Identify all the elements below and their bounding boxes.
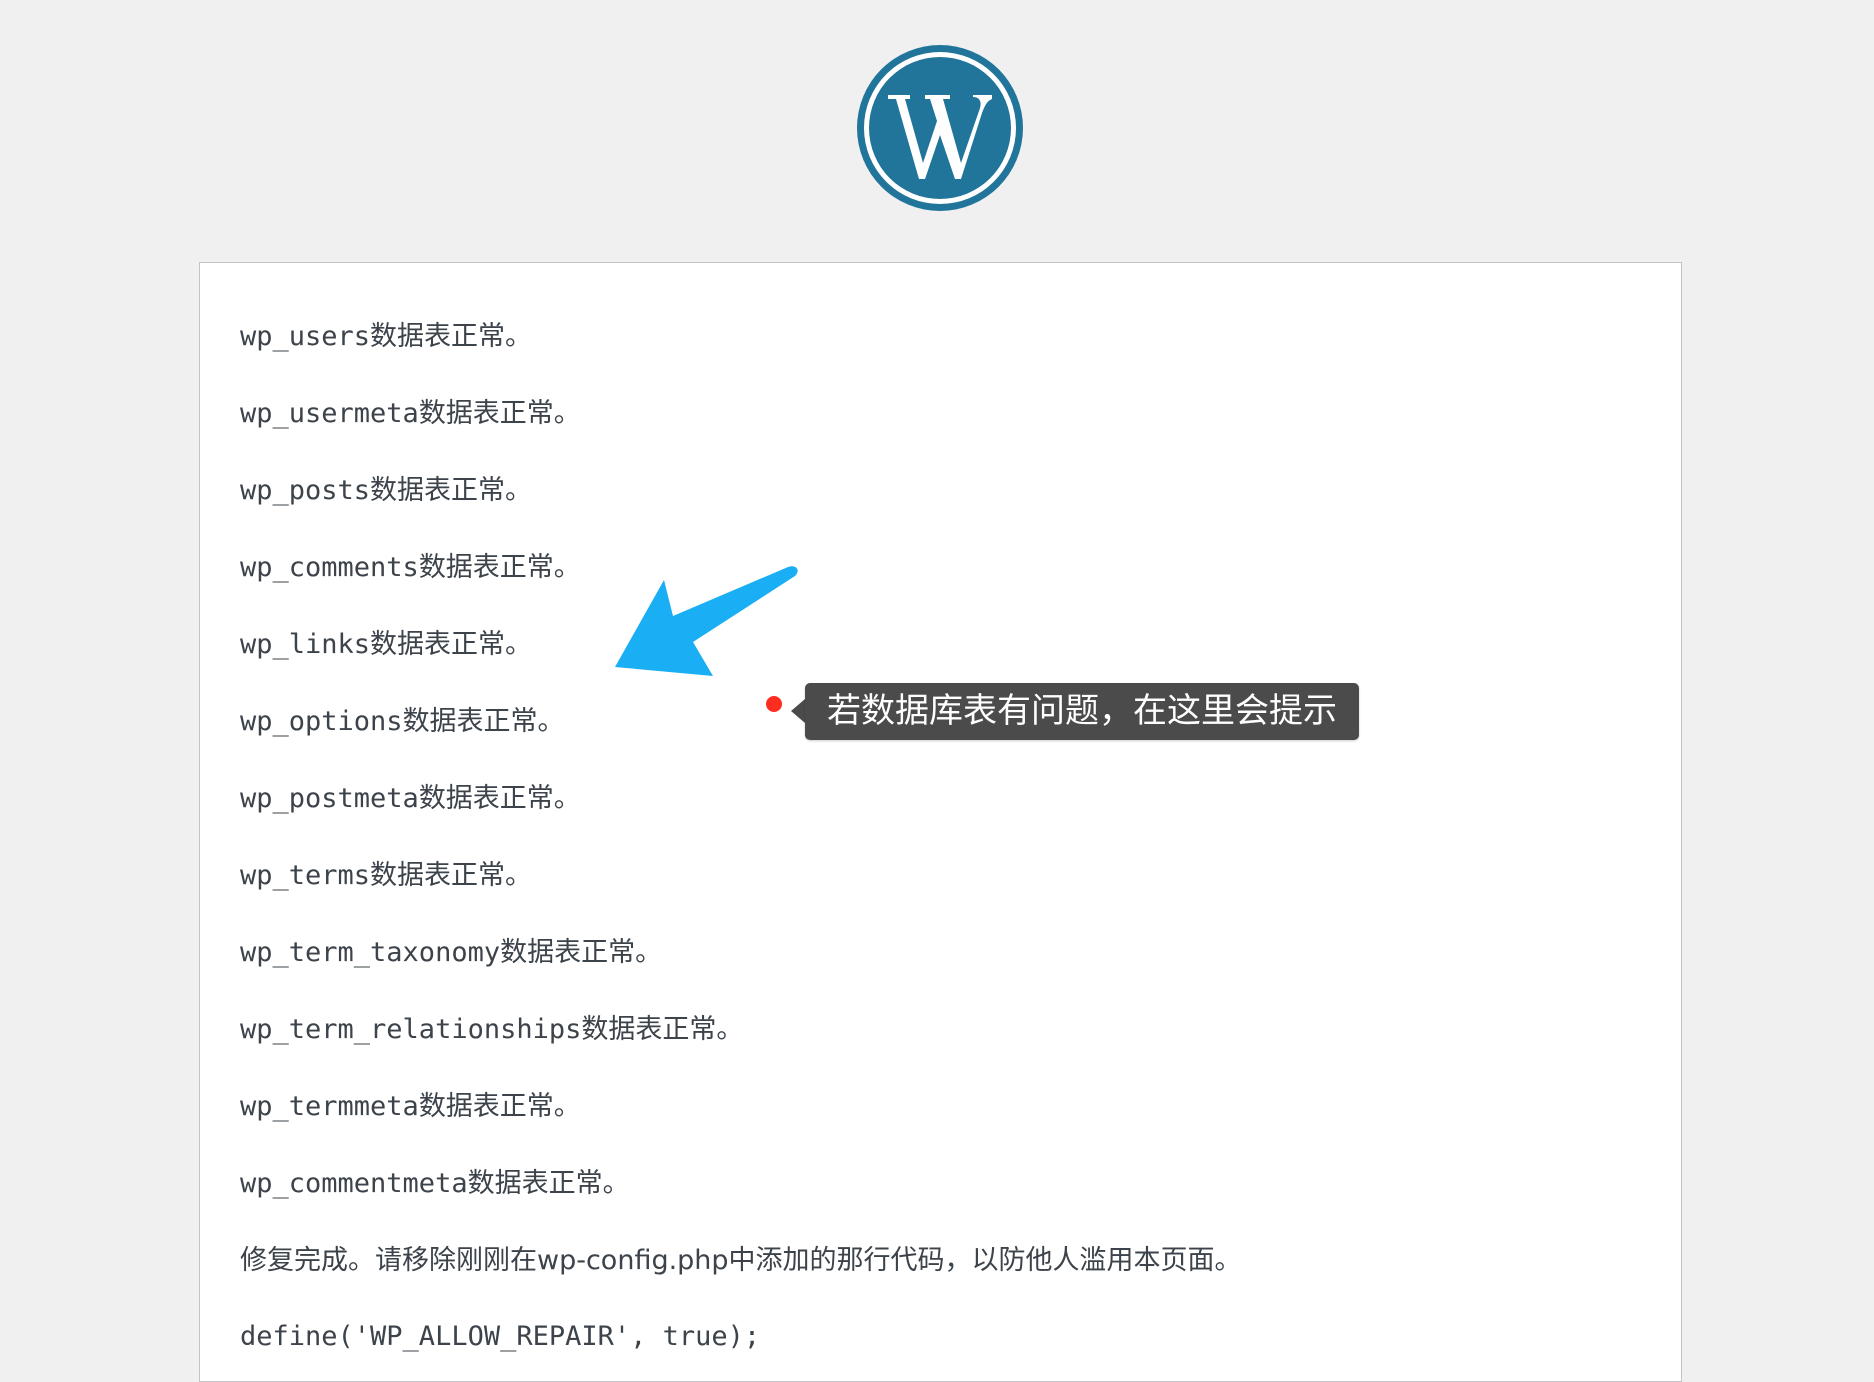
table-status-line: wp_users数据表正常。 [240,321,533,352]
table-status-line: wp_termmeta数据表正常。 [240,1091,581,1122]
table-status-line: wp_posts数据表正常。 [240,475,533,506]
annotation-dot [766,696,782,712]
table-status-line: wp_comments数据表正常。 [240,552,581,583]
table-status-line: wp_term_relationships数据表正常。 [240,1014,744,1045]
table-status-line: wp_term_taxonomy数据表正常。 [240,937,663,968]
wordpress-logo-icon[interactable] [855,43,1025,213]
table-status-line: wp_commentmeta数据表正常。 [240,1168,630,1199]
repair-result-panel: wp_users数据表正常。 wp_usermeta数据表正常。 wp_post… [199,262,1682,1382]
table-status-line: wp_options数据表正常。 [240,706,565,737]
table-status-line: wp_usermeta数据表正常。 [240,398,581,429]
define-code-line: define('WP_ALLOW_REPAIR', true); [240,1321,761,1352]
table-status-line: wp_links数据表正常。 [240,629,533,660]
table-status-line: wp_postmeta数据表正常。 [240,783,581,814]
annotation-arrow-icon [615,566,798,676]
repair-complete-notice: 修复完成。请移除刚刚在wp-config.php中添加的那行代码，以防他人滥用本… [240,1245,1242,1276]
annotation-tooltip: 若数据库表有问题，在这里会提示 [805,683,1359,740]
tooltip-pointer [791,699,805,723]
table-status-line: wp_terms数据表正常。 [240,860,533,891]
